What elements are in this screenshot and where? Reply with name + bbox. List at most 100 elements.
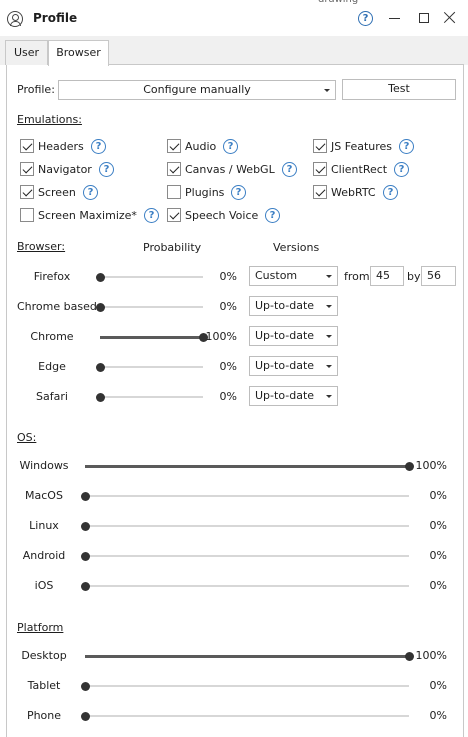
browser-pct-edge: 0% (219, 360, 237, 373)
browser-version-value-safari: Up-to-date (255, 389, 315, 402)
chevron-down-icon (326, 305, 332, 308)
help-icon[interactable]: ? (99, 162, 114, 177)
chevron-down-icon (324, 89, 330, 92)
browser-edge-slider-track (96, 362, 203, 372)
checkbox-checked[interactable] (20, 162, 34, 176)
os-pct-windows: 100% (415, 459, 447, 472)
browser-title: Browser: (17, 240, 66, 253)
browser-pct-chrome: 100% (205, 330, 237, 343)
emulation-label-speech-voice: Speech Voice (185, 209, 259, 222)
help-icon[interactable]: ? (83, 185, 98, 200)
browser-safari-slider-track (96, 392, 203, 402)
checkbox-checked[interactable] (20, 185, 34, 199)
help-icon[interactable]: ? (144, 208, 159, 223)
platform-name-desktop: Desktop (21, 649, 67, 662)
emulation-clientrect[interactable]: ClientRect (313, 162, 453, 178)
platform-phone-slider-knob[interactable] (81, 711, 90, 721)
emulation-js-features[interactable]: JS Features (313, 139, 453, 155)
checkbox-checked[interactable] (167, 139, 181, 153)
os-macos-slider-knob[interactable] (81, 491, 90, 501)
browser-edge-slider-knob[interactable] (96, 362, 105, 372)
emulation-headers[interactable]: Headers (20, 139, 160, 155)
help-icon[interactable]: ? (91, 139, 106, 154)
browser-name-chrome-based: Chrome based (17, 300, 97, 313)
os-pct-android: 0% (429, 549, 447, 562)
versions-header: Versions (273, 241, 320, 254)
profile-label: Profile: (17, 83, 55, 96)
platform-phone-slider-track (81, 711, 409, 721)
by-label: by (407, 270, 421, 283)
browser-name-chrome: Chrome (30, 330, 74, 343)
minimize-icon[interactable] (389, 18, 400, 20)
os-name-android: Android (22, 549, 66, 562)
tab-user[interactable]: User (5, 40, 48, 65)
os-ios-slider-knob[interactable] (81, 581, 90, 591)
checkbox-unchecked[interactable] (20, 208, 34, 222)
browser-chrome-slider-fill (100, 335, 203, 339)
emulation-label-screen-maximize: Screen Maximize* (38, 209, 137, 222)
help-icon[interactable]: ? (383, 185, 398, 200)
os-linux-slider-knob[interactable] (81, 521, 90, 531)
browser-version-value-edge: Up-to-date (255, 359, 315, 372)
platform-pct-tablet: 0% (429, 679, 447, 692)
checkbox-checked[interactable] (167, 208, 181, 222)
browser-pct-firefox: 0% (219, 270, 237, 283)
help-icon[interactable]: ? (223, 139, 238, 154)
checkbox-checked[interactable] (313, 185, 327, 199)
emulation-label-webrtc: WebRTC (331, 186, 376, 199)
os-name-windows: Windows (19, 459, 69, 472)
help-icon[interactable]: ? (394, 162, 409, 177)
browser-name-firefox: Firefox (33, 270, 71, 283)
emulation-label-clientrect: ClientRect (331, 163, 388, 176)
help-icon[interactable]: ? (282, 162, 297, 177)
browser-version-select-edge[interactable]: Up-to-date (249, 356, 338, 376)
platform-name-phone: Phone (26, 709, 62, 722)
help-icon[interactable]: ? (265, 208, 280, 223)
profile-select[interactable]: Configure manually (58, 80, 336, 100)
help-icon[interactable]: ? (231, 185, 246, 200)
browser-version-value-chrome-based: Up-to-date (255, 299, 315, 312)
checkbox-checked[interactable] (167, 162, 181, 176)
platform-pct-desktop: 100% (415, 649, 447, 662)
from-label: from (344, 270, 370, 283)
browser-firefox-slider-track (96, 272, 203, 282)
browser-version-select-chrome[interactable]: Up-to-date (249, 326, 338, 346)
help-icon[interactable]: ? (399, 139, 414, 154)
os-name-macos: MacOS (25, 489, 63, 502)
browser-version-select-safari[interactable]: Up-to-date (249, 386, 338, 406)
test-button[interactable]: Test (342, 79, 456, 100)
os-android-slider-knob[interactable] (81, 551, 90, 561)
emulation-label-canvas-webgl: Canvas / WebGL (185, 163, 275, 176)
platform-desktop-slider-fill (85, 654, 409, 658)
close-icon[interactable] (443, 11, 457, 25)
browser-safari-slider-knob[interactable] (96, 392, 105, 402)
emulation-label-screen: Screen (38, 186, 76, 199)
version-by-input[interactable]: 56 (421, 266, 456, 286)
platform-pct-phone: 0% (429, 709, 447, 722)
chevron-down-icon (326, 395, 332, 398)
browser-version-select-firefox[interactable]: Custom (249, 266, 338, 286)
browser-chrome-based-slider-knob[interactable] (96, 302, 105, 312)
browser-name-safari: Safari (36, 390, 68, 403)
os-pct-macos: 0% (429, 489, 447, 502)
maximize-icon[interactable] (419, 13, 429, 23)
emulation-speech-voice[interactable]: Speech Voice (167, 208, 307, 224)
probability-header: Probability (143, 241, 202, 254)
browser-name-edge: Edge (38, 360, 66, 373)
platform-tablet-slider-knob[interactable] (81, 681, 90, 691)
chevron-down-icon (326, 275, 332, 278)
emulation-navigator[interactable]: Navigator (20, 162, 160, 178)
emulation-screen-maximize[interactable]: Screen Maximize* (20, 208, 160, 224)
emulation-label-audio: Audio (185, 140, 217, 153)
checkbox-checked[interactable] (313, 139, 327, 153)
os-windows-slider-track (85, 461, 414, 471)
help-icon[interactable]: ? (358, 11, 373, 26)
checkbox-unchecked[interactable] (167, 185, 181, 199)
browser-firefox-slider-knob[interactable] (96, 272, 105, 282)
browser-version-select-chrome-based[interactable]: Up-to-date (249, 296, 338, 316)
tab-browser[interactable]: Browser (48, 40, 109, 66)
version-from-input[interactable]: 45 (370, 266, 404, 286)
checkbox-checked[interactable] (20, 139, 34, 153)
checkbox-checked[interactable] (313, 162, 327, 176)
os-windows-slider-fill (85, 464, 409, 468)
